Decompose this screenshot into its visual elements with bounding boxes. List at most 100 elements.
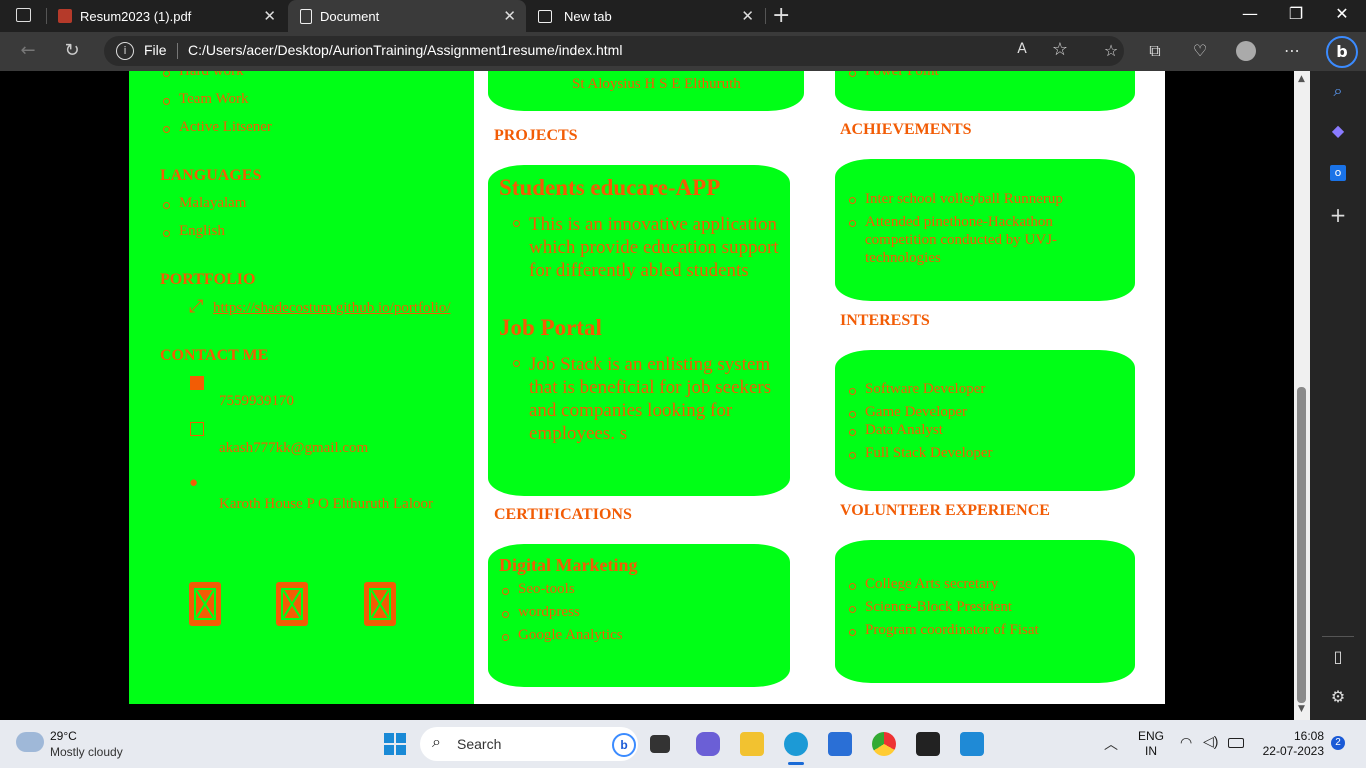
link-icon: ⤢ <box>189 296 204 316</box>
scroll-up-icon[interactable]: ▲ <box>1298 74 1305 84</box>
list-item: Seo-tools <box>499 581 623 604</box>
microsoft-store-icon[interactable] <box>828 732 852 756</box>
back-icon[interactable]: ← <box>16 40 40 61</box>
tab-title: Resum2023 (1).pdf <box>80 8 192 24</box>
copilot-icon[interactable]: ◆ <box>1326 119 1350 143</box>
project-title-2: Job Portal <box>499 315 602 340</box>
battery-icon[interactable] <box>1228 738 1244 748</box>
list-item: Attended pinethone-Hackathon competition… <box>846 213 1106 267</box>
windows-start-icon[interactable] <box>384 733 406 755</box>
taskbar: 29°C Mostly cloudy ⌕ Search b ︿ ENG IN ◠… <box>0 720 1366 768</box>
profile-avatar[interactable] <box>1236 41 1256 61</box>
social-icon-3[interactable] <box>364 582 396 626</box>
tab-document[interactable]: Document ✕ <box>288 0 526 32</box>
info-icon[interactable]: i <box>116 42 134 60</box>
edge-browser-icon[interactable] <box>784 732 808 756</box>
tab-bar: Resum2023 (1).pdf ✕ Document ✕ New tab ✕… <box>0 0 1366 32</box>
certifications-heading: CERTIFICATIONS <box>494 506 632 523</box>
tab-actions-icon[interactable] <box>16 8 31 22</box>
notification-badge[interactable]: 2 <box>1331 736 1345 750</box>
outlook-icon[interactable]: o <box>1326 159 1350 183</box>
weather-cloud-icon[interactable] <box>16 732 44 752</box>
address-bar: ← ↻ i File C:/Users/acer/Desktop/AurionT… <box>0 32 1366 71</box>
read-aloud-icon[interactable]: A <box>1010 41 1034 57</box>
list-item: English <box>160 223 246 251</box>
certification-name: Digital Marketing <box>499 555 638 575</box>
favorites-icon[interactable]: ☆ <box>1099 41 1123 60</box>
tab-new-tab[interactable]: New tab ✕ <box>528 0 764 32</box>
tools-list: Power Point <box>846 71 939 80</box>
edge-sidebar: ⌕ ◆ o + ▯ ⚙ <box>1310 71 1366 720</box>
home-address: Karoth House P O Elthuruth Laloor <box>219 496 433 512</box>
list-item: Inter school volleyball Runnerup <box>846 190 1106 208</box>
close-tab-icon[interactable]: ✕ <box>503 7 516 25</box>
add-sidebar-app-icon[interactable]: + <box>1326 203 1350 227</box>
minimize-icon[interactable]: — <box>1230 4 1270 23</box>
portfolio-link[interactable]: https://shadecostum.github.io/portfolio/ <box>213 300 451 317</box>
list-item: This is an innovative application which … <box>510 213 780 282</box>
projects-heading: PROJECTS <box>494 127 578 144</box>
list-item: Hard work <box>160 71 272 91</box>
list-item: Job Stack is an enlisting system that is… <box>510 353 785 445</box>
list-item: Full Stack Developer <box>846 445 992 468</box>
scroll-down-icon[interactable]: ▼ <box>1298 704 1305 714</box>
list-item: wordpress <box>499 604 623 627</box>
projects-card: Students educare-APP This is an innovati… <box>488 165 790 496</box>
show-hidden-icons-chevron-icon[interactable]: ︿ <box>1104 734 1118 754</box>
close-tab-icon[interactable]: ✕ <box>263 7 276 25</box>
certification-items: Seo-tools wordpress Google Analytics <box>499 581 623 650</box>
lang-code: ENG <box>1138 729 1165 743</box>
search-icon[interactable]: ⌕ <box>1326 79 1350 103</box>
list-item: Malayalam <box>160 195 246 223</box>
chrome-icon[interactable] <box>872 732 896 756</box>
taskbar-search-box[interactable]: ⌕ Search b <box>420 727 638 761</box>
contact-heading: CONTACT ME <box>160 347 269 364</box>
languages-heading: LANGUAGES <box>160 167 262 184</box>
resume-page: Hard work Team Work Active Litsener LANG… <box>129 71 1165 704</box>
social-icon-2[interactable] <box>276 582 308 626</box>
file-explorer-icon[interactable] <box>740 732 764 756</box>
collections-icon[interactable]: ⧉ <box>1143 41 1167 61</box>
weather-temp[interactable]: 29°C <box>50 729 77 743</box>
url-box[interactable]: i File C:/Users/acer/Desktop/AurionTrain… <box>104 36 1124 66</box>
weather-desc[interactable]: Mostly cloudy <box>50 745 123 759</box>
hide-sidebar-icon[interactable]: ▯ <box>1326 645 1350 669</box>
school-name: St Aloysius H S E Elthuruth <box>572 76 741 92</box>
more-menu-icon[interactable]: ⋯ <box>1280 41 1304 60</box>
achievements-list: Inter school volleyball Runnerup Attende… <box>846 190 1106 267</box>
volume-icon[interactable]: ◁) <box>1203 733 1218 750</box>
interests-card: Software Developer Game Developer Data A… <box>835 350 1135 491</box>
interests-heading: INTERESTS <box>840 312 930 329</box>
restore-icon[interactable]: ❐ <box>1276 4 1316 23</box>
social-icon-1[interactable] <box>189 582 221 626</box>
favorite-star-icon[interactable]: ☆ <box>1048 39 1072 60</box>
clock[interactable]: 16:08 22-07-2023 <box>1262 729 1324 759</box>
list-item: Power Point <box>846 71 939 80</box>
close-window-icon[interactable]: ✕ <box>1322 4 1362 23</box>
left-column: Hard work Team Work Active Litsener LANG… <box>129 71 474 704</box>
education-card: St Aloysius H S E Elthuruth <box>488 71 804 111</box>
scroll-thumb[interactable] <box>1297 387 1306 703</box>
performance-icon[interactable]: ♡ <box>1188 41 1212 60</box>
settings-gear-icon[interactable]: ⚙ <box>1326 685 1350 709</box>
task-view-icon[interactable] <box>650 735 670 753</box>
terminal-icon[interactable] <box>916 732 940 756</box>
wifi-icon[interactable]: ◠ <box>1180 734 1192 751</box>
vscode-icon[interactable] <box>960 732 984 756</box>
close-tab-icon[interactable]: ✕ <box>741 7 754 25</box>
language-indicator[interactable]: ENG IN <box>1138 729 1164 759</box>
page-scrollbar[interactable]: ▲ ▼ <box>1294 71 1310 720</box>
bing-copilot-icon[interactable]: b <box>1326 36 1358 68</box>
tab-resume-pdf[interactable]: Resum2023 (1).pdf ✕ <box>52 0 286 32</box>
url-text[interactable]: C:/Users/acer/Desktop/AurionTraining/Ass… <box>188 42 622 58</box>
volunteer-card: College Arts secretary Science-Block Pre… <box>835 540 1135 683</box>
volunteer-list: College Arts secretary Science-Block Pre… <box>846 576 1039 645</box>
teams-chat-icon[interactable] <box>696 732 720 756</box>
new-tab-icon[interactable]: + <box>772 3 790 28</box>
volunteer-heading: VOLUNTEER EXPERIENCE <box>840 502 1050 519</box>
skills-list: Hard work Team Work Active Litsener <box>160 71 272 147</box>
pdf-icon <box>58 9 72 23</box>
skills-tools-card: Power Point <box>835 71 1135 111</box>
refresh-icon[interactable]: ↻ <box>60 40 84 61</box>
languages-list: Malayalam English <box>160 195 246 251</box>
